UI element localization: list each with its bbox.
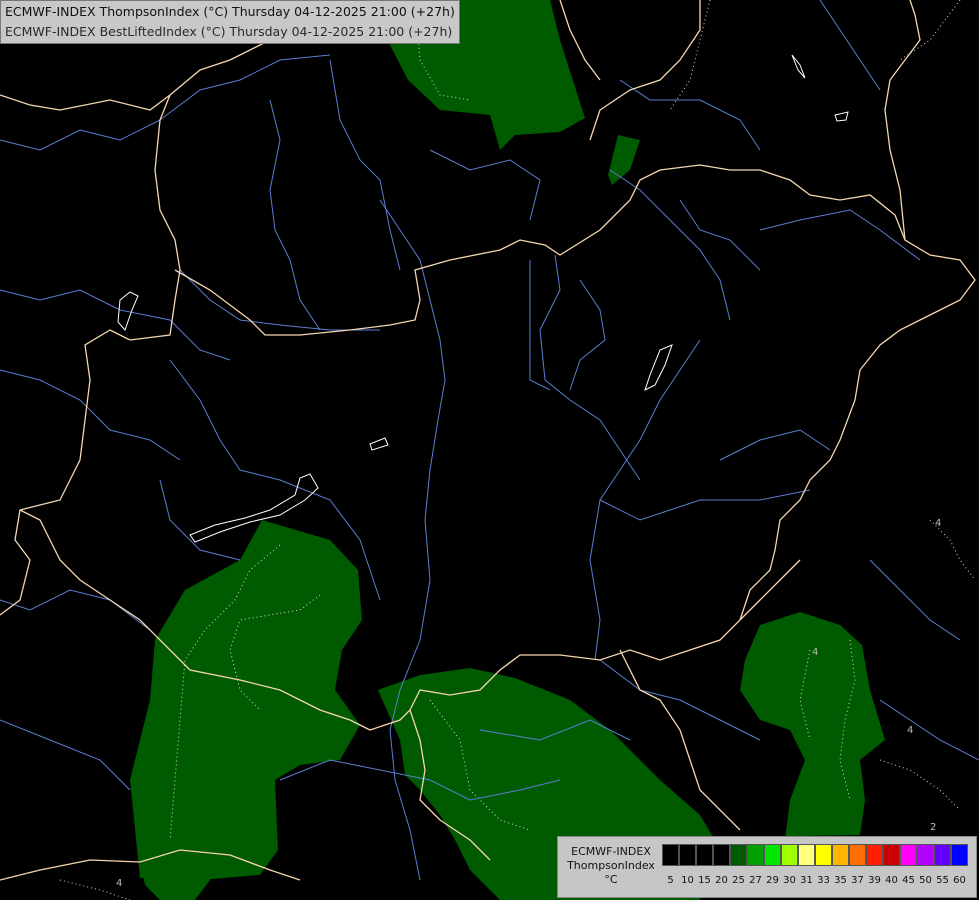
legend-tick-label: 39 xyxy=(868,875,881,886)
legend-title: ECMWF-INDEX ThompsonIndex °C xyxy=(564,845,658,887)
legend-tick-label: 33 xyxy=(817,875,830,886)
fill-area-bottom-left xyxy=(140,858,210,900)
legend-tick-label: 15 xyxy=(698,875,711,886)
title-line-lifted: ECMWF-INDEX BestLiftedIndex (°C) Thursda… xyxy=(5,24,453,39)
legend-swatch xyxy=(798,844,815,866)
legend-tick-label: 25 xyxy=(732,875,745,886)
thompson-index-fill-areas xyxy=(130,0,885,900)
legend-swatch xyxy=(815,844,832,866)
legend-swatch xyxy=(730,844,747,866)
legend-tick-label: 60 xyxy=(953,875,966,886)
contour-label: 4 xyxy=(935,518,942,529)
legend-swatch xyxy=(849,844,866,866)
legend-tick-label: 30 xyxy=(783,875,796,886)
legend-tick-label: 37 xyxy=(851,875,864,886)
legend-swatch xyxy=(917,844,934,866)
legend-tick-label: 5 xyxy=(667,875,674,886)
legend-swatch xyxy=(696,844,713,866)
legend-tick-label: 27 xyxy=(749,875,762,886)
legend-swatch xyxy=(764,844,781,866)
legend-tick-label: 40 xyxy=(885,875,898,886)
contour-label: 4 xyxy=(812,647,819,658)
fill-area-southwest xyxy=(130,520,362,880)
legend-swatch xyxy=(900,844,917,866)
contour-label: 2 xyxy=(930,822,937,833)
fill-area-north-small xyxy=(608,135,640,185)
legend-tick-label: 29 xyxy=(766,875,779,886)
title-line-thompson: ECMWF-INDEX ThompsonIndex (°C) Thursday … xyxy=(5,4,455,19)
lakes xyxy=(117,54,849,543)
legend-swatch xyxy=(883,844,900,866)
contour-label: 4 xyxy=(116,878,123,889)
legend-source: ECMWF-INDEX xyxy=(571,845,651,858)
legend-parameter: ThompsonIndex xyxy=(567,859,655,872)
legend-tick-label: 31 xyxy=(800,875,813,886)
map-title-box: ECMWF-INDEX ThompsonIndex (°C) Thursday … xyxy=(0,0,460,44)
legend-tick-label: 10 xyxy=(681,875,694,886)
legend-swatch xyxy=(866,844,883,866)
legend-swatch xyxy=(832,844,849,866)
legend-swatch xyxy=(662,844,679,866)
legend-swatch xyxy=(747,844,764,866)
legend-tick-label: 35 xyxy=(834,875,847,886)
legend-swatch xyxy=(679,844,696,866)
legend-tick-label: 55 xyxy=(936,875,949,886)
legend-swatch xyxy=(934,844,951,866)
color-legend: ECMWF-INDEX ThompsonIndex °C 5 10 15 20 25 27… xyxy=(557,836,977,898)
legend-swatch xyxy=(713,844,730,866)
legend-tick-label: 45 xyxy=(902,875,915,886)
legend-tick-label: 50 xyxy=(919,875,932,886)
legend-swatch xyxy=(781,844,798,866)
legend-unit: °C xyxy=(604,873,618,886)
legend-tick-label: 20 xyxy=(715,875,728,886)
weather-map xyxy=(0,0,979,900)
legend-swatch xyxy=(951,844,968,866)
contour-label: 4 xyxy=(907,725,914,736)
